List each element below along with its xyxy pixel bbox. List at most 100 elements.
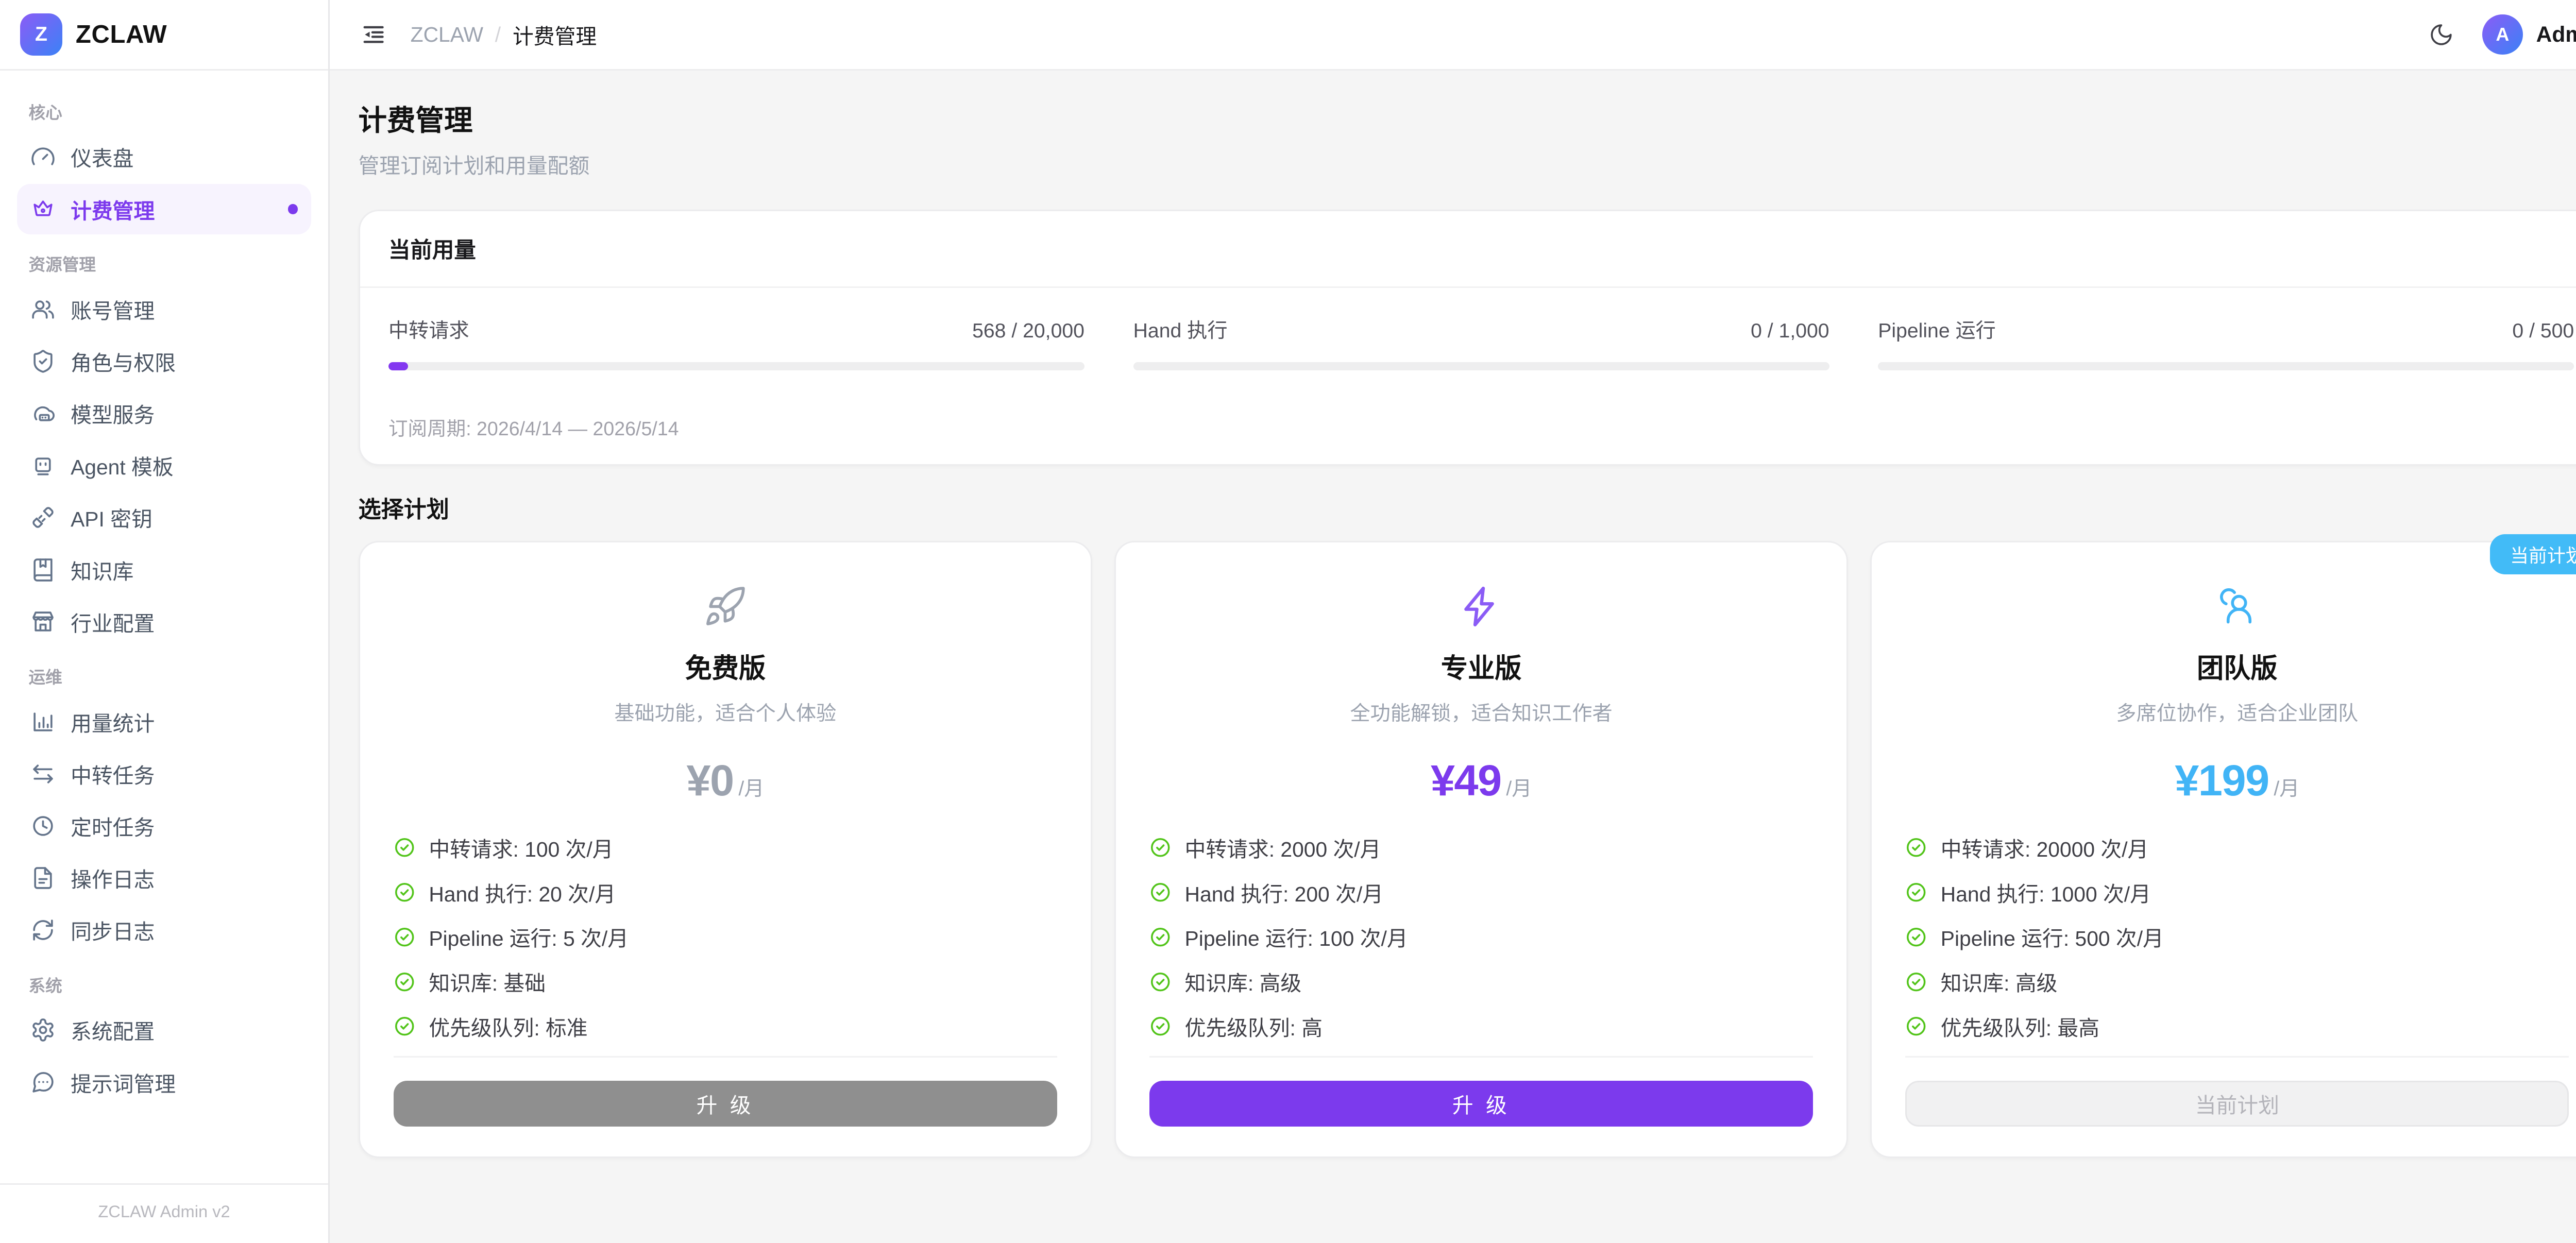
current-usage-card: 当前用量 中转请求 568 / 20,000 Hand 执行: [359, 210, 2576, 466]
app-window: Z ZCLAW 核心 仪表盘 计费管理 资源管理 账号管理 角色与权限: [0, 0, 2576, 1243]
sidebar-item-label: 仪表盘: [71, 142, 133, 172]
sidebar-item-knowledge-base[interactable]: 知识库: [17, 544, 312, 595]
progress-bar-track: [1133, 362, 1829, 370]
sidebar-item-prompt-management[interactable]: 提示词管理: [17, 1057, 312, 1108]
sidebar-item-label: 提示词管理: [71, 1067, 176, 1098]
feature-item: 知识库: 高级: [1905, 966, 2569, 997]
feature-list: 中转请求: 20000 次/月 Hand 执行: 1000 次/月 Pipeli…: [1905, 832, 2569, 1056]
check-circle-icon: [1905, 971, 1927, 993]
check-circle-icon: [394, 837, 415, 858]
sidebar: Z ZCLAW 核心 仪表盘 计费管理 资源管理 账号管理 角色与权限: [0, 0, 330, 1243]
sidebar-item-label: Agent 模板: [71, 450, 174, 481]
sidebar-item-label: 中转任务: [71, 759, 155, 789]
price-amount: ¥199: [2175, 756, 2268, 805]
sidebar-item-label: 定时任务: [71, 811, 155, 841]
sidebar-item-label: API 密钥: [71, 502, 152, 533]
sidebar-item-industry-config[interactable]: 行业配置: [17, 597, 312, 647]
sidebar-item-label: 角色与权限: [71, 346, 176, 377]
plan-card-free: 免费版 基础功能，适合个人体验 ¥0/月 中转请求: 100 次/月 Hand …: [359, 541, 1093, 1158]
check-circle-icon: [394, 1015, 415, 1037]
check-circle-icon: [1149, 1015, 1171, 1037]
progress-bar-track: [1878, 362, 2574, 370]
nav-section-system: 系统: [17, 957, 312, 1005]
plan-card-team: 当前计划 团队版 多席位协作，适合企业团队 ¥199/月 中转请求: 20000…: [1870, 541, 2576, 1158]
sidebar-item-relay-tasks[interactable]: 中转任务: [17, 748, 312, 799]
sidebar-item-scheduled-tasks[interactable]: 定时任务: [17, 801, 312, 852]
sidebar-item-dashboard[interactable]: 仪表盘: [17, 132, 312, 182]
sidebar-item-api-keys[interactable]: API 密钥: [17, 492, 312, 543]
feature-item: 优先级队列: 高: [1149, 1011, 1813, 1042]
sidebar-item-accounts[interactable]: 账号管理: [17, 284, 312, 334]
feature-item: 优先级队列: 最高: [1905, 1011, 2569, 1042]
breadcrumb-root-link[interactable]: ZCLAW: [411, 23, 483, 47]
plan-card-pro: 专业版 全功能解锁，适合知识工作者 ¥49/月 中转请求: 2000 次/月 H…: [1114, 541, 1849, 1158]
cloud-server-icon: [30, 401, 56, 426]
feature-item: 中转请求: 100 次/月: [394, 832, 1057, 863]
sidebar-item-sync-logs[interactable]: 同步日志: [17, 905, 312, 956]
progress-bar-fill: [388, 362, 408, 370]
plug-icon: [30, 505, 56, 530]
feature-item: Hand 执行: 200 次/月: [1149, 877, 1813, 908]
swap-arrows-icon: [30, 761, 56, 787]
plan-name: 专业版: [1149, 646, 1813, 686]
crown-icon: [30, 197, 56, 222]
user-menu[interactable]: A Admin: [2482, 14, 2576, 55]
rocket-icon: [394, 585, 1057, 628]
brand-name: ZCLAW: [76, 20, 167, 49]
collapse-sidebar-button[interactable]: [357, 18, 390, 51]
feature-list: 中转请求: 100 次/月 Hand 执行: 20 次/月 Pipeline 运…: [394, 832, 1057, 1056]
feature-item: 优先级队列: 标准: [394, 1011, 1057, 1042]
meter-value: 0 / 500: [2512, 320, 2574, 343]
team-users-icon: [1905, 585, 2569, 628]
sidebar-item-usage-stats[interactable]: 用量统计: [17, 696, 312, 747]
usage-card-title: 当前用量: [360, 211, 2576, 288]
bar-chart-icon: [30, 709, 56, 735]
meter-label: 中转请求: [388, 315, 469, 344]
current-plan-badge: 当前计划: [2490, 534, 2576, 574]
check-circle-icon: [394, 881, 415, 903]
sidebar-item-label: 同步日志: [71, 915, 155, 945]
upgrade-button-pro[interactable]: 升 级: [1149, 1081, 1813, 1126]
feature-list: 中转请求: 2000 次/月 Hand 执行: 200 次/月 Pipeline…: [1149, 832, 1813, 1056]
book-icon: [30, 557, 56, 583]
sidebar-item-system-config[interactable]: 系统配置: [17, 1005, 312, 1055]
feature-item: Pipeline 运行: 5 次/月: [394, 922, 1057, 952]
sidebar-item-billing[interactable]: 计费管理: [17, 184, 312, 234]
price-amount: ¥49: [1431, 756, 1501, 805]
breadcrumb: ZCLAW / 计费管理: [411, 20, 597, 50]
plan-cards: 免费版 基础功能，适合个人体验 ¥0/月 中转请求: 100 次/月 Hand …: [359, 541, 2576, 1158]
refresh-icon: [30, 917, 56, 943]
meter-value: 0 / 1,000: [1751, 320, 1829, 343]
sidebar-item-label: 账号管理: [71, 294, 155, 325]
sidebar-item-roles[interactable]: 角色与权限: [17, 336, 312, 386]
sidebar-item-operation-logs[interactable]: 操作日志: [17, 853, 312, 904]
brand-logo-mark: Z: [20, 13, 62, 56]
page-subtitle: 管理订阅计划和用量配额: [359, 149, 2576, 179]
nav-section-ops: 运维: [17, 649, 312, 696]
check-circle-icon: [1149, 926, 1171, 948]
sidebar-item-models[interactable]: 模型服务: [17, 388, 312, 438]
sidebar-item-label: 系统配置: [71, 1015, 155, 1045]
check-circle-icon: [1149, 971, 1171, 993]
nav-section-core: 核心: [17, 84, 312, 132]
sidebar-item-label: 计费管理: [71, 194, 155, 225]
moon-icon: [2429, 22, 2454, 47]
gear-icon: [30, 1017, 56, 1043]
sidebar-item-label: 知识库: [71, 555, 133, 585]
current-plan-button: 当前计划: [1905, 1081, 2569, 1126]
check-circle-icon: [1149, 881, 1171, 903]
sidebar-item-agent-templates[interactable]: Agent 模板: [17, 440, 312, 491]
sidebar-item-label: 操作日志: [71, 863, 155, 893]
user-name: Admin: [2536, 22, 2576, 47]
check-circle-icon: [1905, 881, 1927, 903]
chat-ellipsis-icon: [30, 1070, 56, 1095]
nav-section-resources: 资源管理: [17, 236, 312, 284]
upgrade-button-free[interactable]: 升 级: [394, 1081, 1057, 1126]
plan-description: 全功能解锁，适合知识工作者: [1149, 697, 1813, 726]
breadcrumb-current-page: 计费管理: [513, 20, 597, 50]
sidebar-nav: 核心 仪表盘 计费管理 资源管理 账号管理 角色与权限 模型服: [0, 71, 328, 1183]
meter-label: Hand 执行: [1133, 315, 1228, 344]
bot-icon: [30, 453, 56, 478]
dark-mode-toggle[interactable]: [2425, 19, 2457, 50]
check-circle-icon: [394, 971, 415, 993]
